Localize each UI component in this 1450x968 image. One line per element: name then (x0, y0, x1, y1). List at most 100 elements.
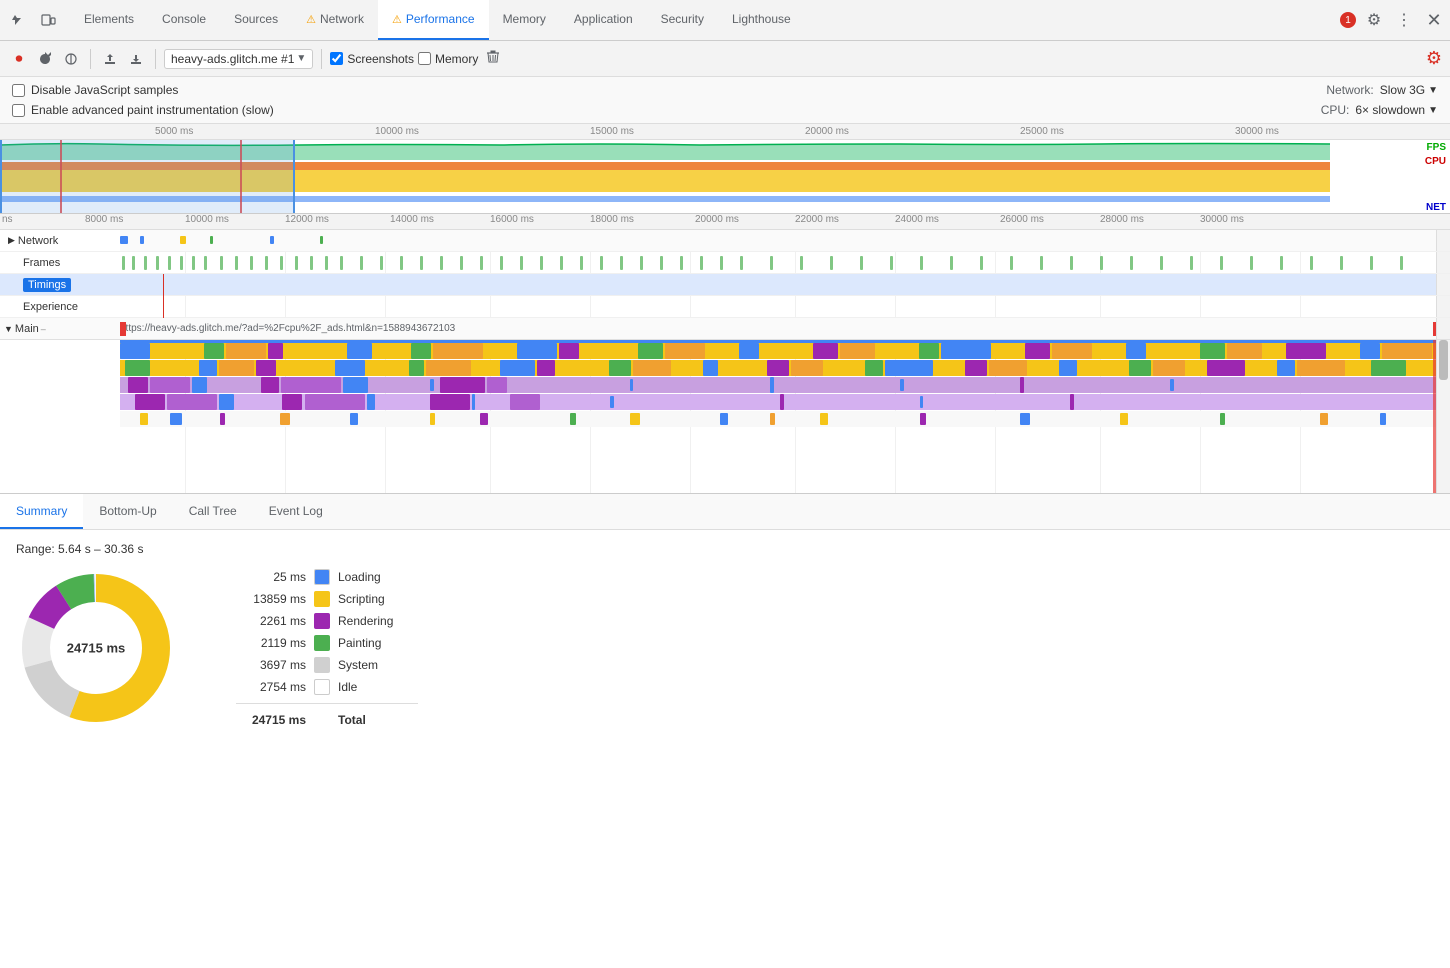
network-track-content (120, 230, 1450, 251)
close-devtools-icon[interactable]: ✕ (1422, 8, 1446, 32)
network-expand-arrow[interactable]: ▶ (8, 235, 15, 246)
selection-range[interactable] (0, 140, 295, 213)
overview-timeline[interactable]: 5000 ms 10000 ms 15000 ms 20000 ms 25000… (0, 124, 1450, 214)
settings-icon[interactable]: ⚙ (1362, 8, 1386, 32)
session-selector[interactable]: heavy-ads.glitch.me #1 ▼ (164, 49, 313, 69)
disable-js-checkbox[interactable] (12, 84, 25, 97)
tab-security[interactable]: Security (647, 0, 718, 40)
track-network[interactable]: ▶ Network (0, 230, 1450, 252)
range-text: Range: 5.64 s – 30.36 s (16, 542, 1434, 556)
tab-summary[interactable]: Summary (0, 494, 83, 529)
legend-row-total: 24715 ms Total (236, 712, 418, 728)
flame-row-3-svg (120, 377, 1436, 393)
donut-chart: 24715 ms (16, 568, 176, 728)
tab-elements[interactable]: Elements (70, 0, 148, 40)
download-profile-button[interactable] (125, 48, 147, 70)
tab-bottom-up[interactable]: Bottom-Up (83, 494, 172, 529)
device-toolbar-icon[interactable] (34, 6, 62, 34)
legend-divider (236, 703, 418, 704)
network-chart (120, 230, 1450, 251)
system-label: System (338, 658, 418, 672)
tab-memory[interactable]: Memory (489, 0, 560, 40)
error-badge[interactable]: 1 (1340, 12, 1356, 28)
rendering-swatch (314, 613, 330, 629)
ruler-tick-10000: 10000 ms (375, 126, 419, 137)
experience-track-content (120, 296, 1450, 317)
cpu-dropdown[interactable]: 6× slowdown ▼ (1355, 103, 1438, 117)
more-menu-icon[interactable]: ⋮ (1392, 8, 1416, 32)
timings-label-text: Timings (23, 278, 71, 292)
vertical-scrollbar[interactable] (1436, 340, 1450, 494)
legend-row-loading: 25 ms Loading (236, 569, 418, 585)
timeline-ruler: ns 8000 ms 10000 ms 12000 ms 14000 ms 16… (0, 214, 1450, 230)
session-selector-chevron: ▼ (296, 53, 306, 64)
flame-row-2 (120, 360, 1436, 376)
tab-bar: Elements Console Sources ⚠ Network ⚠ Per… (0, 0, 1450, 41)
main-expand-arrow[interactable]: ▼ (4, 324, 13, 334)
clear-button[interactable] (486, 50, 500, 67)
main-timeline: ns 8000 ms 10000 ms 12000 ms 14000 ms 16… (0, 214, 1450, 494)
total-value: 24715 ms (236, 713, 306, 727)
flame-row-4 (120, 394, 1436, 410)
stop-button[interactable] (60, 48, 82, 70)
track-timings[interactable]: Timings (0, 274, 1450, 296)
track-experience[interactable]: Experience (0, 296, 1450, 318)
cpu-setting: CPU: 6× slowdown ▼ (1321, 103, 1438, 117)
legend-row-rendering: 2261 ms Rendering (236, 613, 418, 629)
network-dropdown-chevron: ▼ (1428, 85, 1438, 96)
toolbar-separator-3 (321, 49, 322, 69)
screenshots-checkbox-label[interactable]: Screenshots (330, 52, 414, 66)
flame-chart-area (0, 340, 1450, 494)
tab-call-tree[interactable]: Call Tree (173, 494, 253, 529)
tab-console[interactable]: Console (148, 0, 220, 40)
tab-lighthouse[interactable]: Lighthouse (718, 0, 805, 40)
tab-sources[interactable]: Sources (220, 0, 292, 40)
bottom-tabs: Summary Bottom-Up Call Tree Event Log (0, 494, 1450, 530)
main-tabs: Elements Console Sources ⚠ Network ⚠ Per… (70, 0, 805, 40)
tab-network[interactable]: ⚠ Network (292, 0, 378, 40)
tab-application[interactable]: Application (560, 0, 647, 40)
network-warn-icon: ⚠ (306, 13, 316, 26)
network-label-text: Network (18, 235, 58, 247)
painting-label: Painting (338, 636, 418, 650)
summary-chart-area: 24715 ms 25 ms Loading 13859 ms Scriptin… (16, 568, 1434, 728)
tab-performance[interactable]: ⚠ Performance (378, 0, 489, 40)
frames-label-text: Frames (23, 257, 60, 269)
flame-row-2-svg (120, 360, 1436, 376)
upload-profile-button[interactable] (99, 48, 121, 70)
summary-panel: Range: 5.64 s – 30.36 s (0, 530, 1450, 740)
bottom-panel: Summary Bottom-Up Call Tree Event Log Ra… (0, 494, 1450, 968)
screenshots-checkbox[interactable] (330, 52, 343, 65)
advanced-paint-checkbox[interactable] (12, 104, 25, 117)
advanced-paint-checkbox-label[interactable]: Enable advanced paint instrumentation (s… (12, 103, 274, 117)
loading-label: Loading (338, 570, 418, 584)
track-frames[interactable]: Frames (0, 252, 1450, 274)
scrollbar-thumb[interactable] (1439, 340, 1448, 380)
record-button[interactable]: ⏺ (8, 48, 30, 70)
frames-track-content: ▮▮ (120, 252, 1450, 273)
timings-track-content (120, 274, 1450, 295)
legend-row-idle: 2754 ms Idle (236, 679, 418, 695)
experience-label-text: Experience (23, 301, 78, 313)
legend-row-painting: 2119 ms Painting (236, 635, 418, 651)
tab-event-log[interactable]: Event Log (253, 494, 339, 529)
timings-track-label: Timings (0, 278, 120, 292)
memory-checkbox-label[interactable]: Memory (418, 52, 478, 66)
rendering-value: 2261 ms (236, 614, 306, 628)
inspect-icon[interactable] (4, 6, 32, 34)
flame-row-5-svg (120, 411, 1436, 427)
painting-value: 2119 ms (236, 636, 306, 650)
reload-record-button[interactable] (34, 48, 56, 70)
main-link-arrow[interactable]: – (41, 324, 46, 334)
overview-ruler: 5000 ms 10000 ms 15000 ms 20000 ms 25000… (0, 124, 1450, 140)
scripting-swatch (314, 591, 330, 607)
toolbar-separator-1 (90, 49, 91, 69)
memory-checkbox[interactable] (418, 52, 431, 65)
flame-row-4-svg (120, 394, 1436, 410)
network-dropdown[interactable]: Slow 3G ▼ (1380, 83, 1438, 97)
experience-track-label: Experience (0, 301, 120, 313)
disable-js-checkbox-label[interactable]: Disable JavaScript samples (12, 83, 178, 97)
legend-row-system: 3697 ms System (236, 657, 418, 673)
main-label: Main (15, 323, 39, 335)
toolbar-separator-2 (155, 49, 156, 69)
